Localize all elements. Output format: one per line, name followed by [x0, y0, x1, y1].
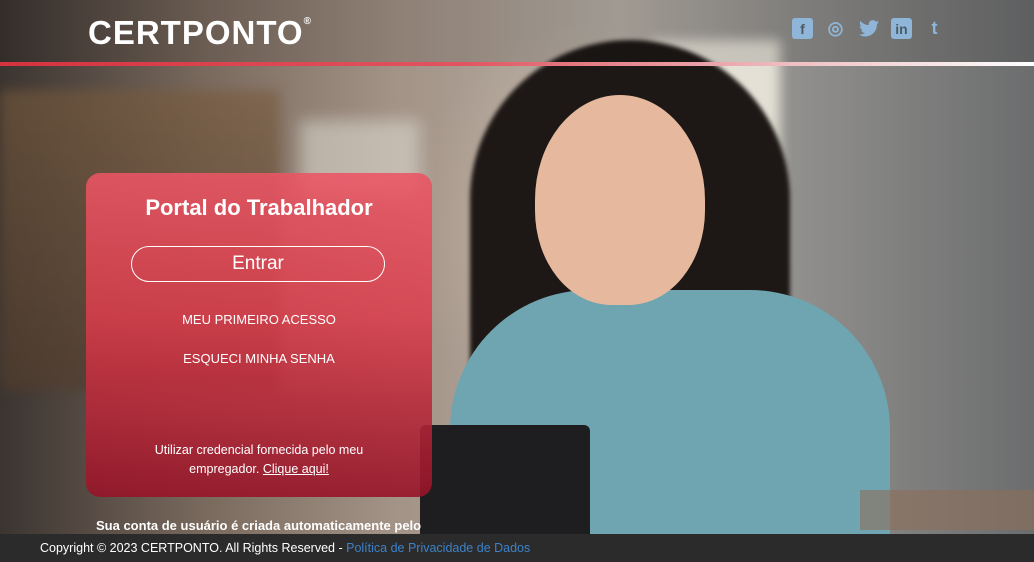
credential-info: Utilizar credencial fornecida pelo meu e… [146, 441, 372, 479]
facebook-icon[interactable]: f [792, 18, 813, 39]
portal-title: Portal do Trabalhador [145, 195, 373, 220]
forgot-password-link[interactable]: ESQUECI MINHA SENHA [86, 351, 432, 366]
footer-text: Copyright © 2023 CERTPONTO. All Rights R… [40, 541, 530, 555]
credential-info-text: Utilizar credencial fornecida pelo meu e… [154, 443, 364, 476]
logo-text: CERTPONTO [88, 14, 304, 51]
privacy-policy-link[interactable]: Política de Privacidade de Dados [346, 541, 530, 555]
header-accent-line [0, 62, 1034, 66]
tumblr-icon[interactable]: t [924, 18, 945, 39]
login-card: Portal do Trabalhador Entrar MEU PRIMEIR… [86, 173, 432, 497]
enter-button[interactable]: Entrar [131, 246, 385, 282]
first-access-link[interactable]: MEU PRIMEIRO ACESSO [86, 312, 432, 327]
instagram-icon[interactable]: ◎ [825, 18, 846, 39]
logo-registered-mark: ® [303, 16, 312, 27]
twitter-icon[interactable] [858, 18, 879, 39]
click-here-link[interactable]: Clique aqui! [263, 462, 329, 476]
account-notice: Sua conta de usuário é criada automatica… [96, 518, 422, 533]
certponto-logo[interactable]: CERTPONTO® [88, 14, 312, 52]
linkedin-icon[interactable]: in [891, 18, 912, 39]
footer: Copyright © 2023 CERTPONTO. All Rights R… [0, 534, 1034, 562]
social-links: f ◎ in t [792, 18, 945, 39]
copyright-text: Copyright © 2023 CERTPONTO. All Rights R… [40, 541, 343, 555]
